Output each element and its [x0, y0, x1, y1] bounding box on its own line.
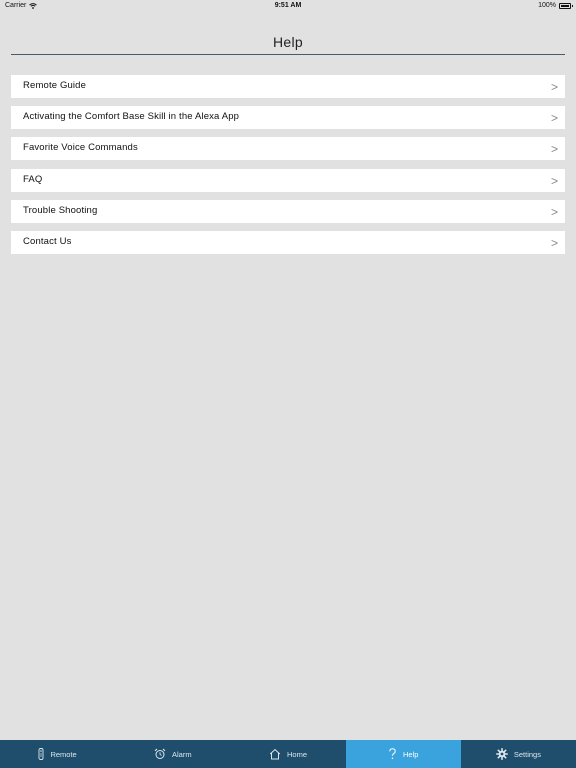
tab-bar: Remote Alarm Home Help Settings	[0, 740, 576, 768]
help-item-label: Trouble Shooting	[23, 204, 98, 216]
tab-label: Home	[287, 749, 308, 759]
page-title: Help	[273, 34, 303, 50]
battery-percent: 100%	[538, 2, 556, 9]
tab-label: Alarm	[172, 749, 192, 759]
status-time: 9:51 AM	[274, 2, 302, 9]
tab-home[interactable]: Home	[230, 740, 345, 768]
battery-indicator: 100%	[538, 2, 573, 9]
help-item-label: Contact Us	[23, 235, 72, 247]
help-item-faq[interactable]: FAQ >	[11, 168, 565, 192]
help-item-voice-commands[interactable]: Favorite Voice Commands >	[11, 137, 565, 161]
page-header: Help	[11, 30, 565, 55]
chevron-right-icon: >	[550, 204, 558, 219]
help-item-remote-guide[interactable]: Remote Guide >	[11, 75, 565, 98]
chevron-right-icon: >	[550, 235, 558, 250]
status-bar: Carrier 9:51 AM 100%	[0, 0, 576, 12]
tab-label: Settings	[513, 749, 541, 759]
chevron-right-icon: >	[550, 111, 558, 126]
tab-label: Remote	[50, 749, 77, 759]
help-item-label: Activating the Comfort Base Skill in the…	[23, 111, 240, 123]
tab-alarm[interactable]: Alarm	[115, 740, 230, 768]
question-mark-icon	[389, 748, 396, 760]
help-item-alexa-skill[interactable]: Activating the Comfort Base Skill in the…	[11, 106, 565, 130]
tab-settings[interactable]: Settings	[461, 740, 576, 768]
help-item-contact-us[interactable]: Contact Us >	[11, 230, 565, 254]
battery-fill	[561, 4, 569, 7]
help-item-label: FAQ	[23, 173, 43, 185]
tab-remote[interactable]: Remote	[0, 740, 115, 768]
alarm-clock-icon	[154, 748, 166, 759]
help-item-trouble-shooting[interactable]: Trouble Shooting >	[11, 199, 565, 223]
gear-icon	[495, 748, 508, 760]
chevron-right-icon: >	[550, 142, 558, 157]
battery-icon	[559, 2, 573, 9]
tab-help[interactable]: Help	[345, 740, 461, 768]
help-list: Remote Guide > Activating the Comfort Ba…	[11, 75, 565, 262]
home-icon	[269, 748, 281, 760]
chevron-right-icon: >	[550, 80, 558, 94]
help-item-label: Favorite Voice Commands	[23, 142, 138, 154]
tab-label: Help	[402, 749, 419, 759]
remote-icon	[39, 748, 44, 760]
help-item-label: Remote Guide	[23, 80, 87, 91]
chevron-right-icon: >	[550, 173, 558, 188]
